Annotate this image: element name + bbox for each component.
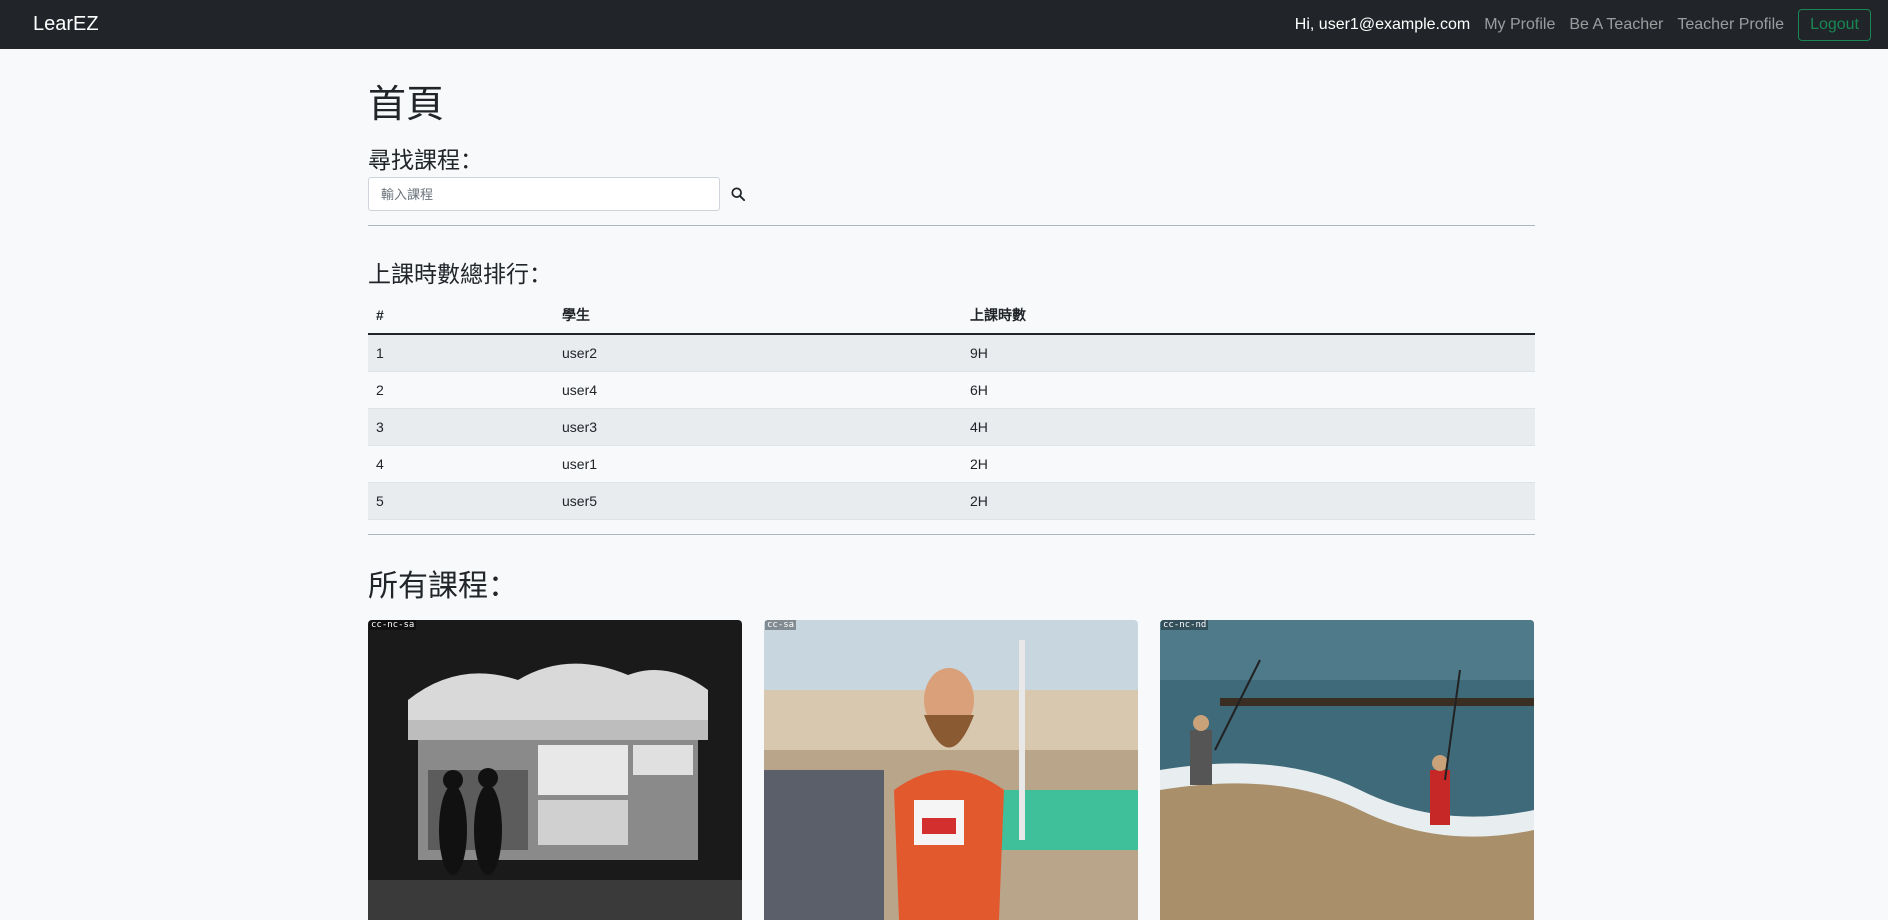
course-card[interactable]: cc-sa (764, 620, 1138, 920)
nav-link-teacher-profile[interactable]: Teacher Profile (1677, 16, 1784, 34)
course-card[interactable]: cc-nc-sa (368, 620, 742, 920)
navbar: LearEZ Hi, user1@example.com My Profile … (0, 0, 1888, 49)
user-greeting: Hi, user1@example.com (1294, 15, 1471, 33)
nav-link-my-profile[interactable]: My Profile (1484, 16, 1555, 34)
course-list: cc-nc-sa cc-sa cc-nc-nd (368, 620, 1535, 920)
hours-cell: 4H (962, 408, 1535, 446)
rank-cell: 2 (368, 371, 554, 409)
runner-photo (764, 620, 1138, 920)
student-cell: user3 (554, 408, 962, 446)
page-title: 首頁 (368, 84, 445, 126)
table-row: 5 user5 2H (368, 482, 1535, 520)
student-cell: user2 (554, 334, 962, 372)
logout-button[interactable]: Logout (1798, 8, 1871, 41)
search-label: 尋找課程： (368, 147, 483, 173)
brand-link[interactable]: LearEZ (33, 13, 99, 36)
snack-stand-photo (368, 620, 742, 920)
student-cell: user5 (554, 482, 962, 520)
student-cell: user4 (554, 371, 962, 409)
rank-cell: 3 (368, 408, 554, 446)
nav-right: Hi, user1@example.com My Profile Be A Te… (1294, 8, 1871, 41)
search-input[interactable] (368, 177, 720, 211)
search-button[interactable] (720, 177, 756, 211)
license-badge: cc-nc-nd (1161, 620, 1209, 630)
nav-link-be-a-teacher[interactable]: Be A Teacher (1569, 16, 1663, 34)
hours-cell: 9H (962, 334, 1535, 372)
table-row: 3 user3 4H (368, 408, 1535, 446)
table-row: 4 user1 2H (368, 445, 1535, 483)
rank-cell: 5 (368, 482, 554, 520)
hours-cell: 2H (962, 445, 1535, 483)
divider (368, 534, 1535, 535)
license-badge: cc-nc-sa (369, 620, 417, 630)
table-header-row: # 學生 上課時數 (368, 297, 1535, 335)
license-badge: cc-sa (765, 620, 797, 630)
column-header-hours: 上課時數 (962, 297, 1535, 335)
ranking-label: 上課時數總排行： (368, 261, 552, 287)
rank-cell: 4 (368, 445, 554, 483)
column-header-rank: # (368, 297, 554, 335)
courses-label: 所有課程： (368, 570, 518, 603)
divider (368, 225, 1535, 226)
main-content: 首頁 尋找課程： 上課時數總排行： # 學生 上課時數 1 user2 9H (368, 49, 1535, 920)
rank-cell: 1 (368, 334, 554, 372)
column-header-student: 學生 (554, 297, 962, 335)
hours-cell: 2H (962, 482, 1535, 520)
table-row: 2 user4 6H (368, 371, 1535, 409)
table-row: 1 user2 9H (368, 334, 1535, 372)
student-cell: user1 (554, 445, 962, 483)
search-icon (731, 187, 745, 201)
beach-fishing-photo (1160, 620, 1534, 920)
ranking-table: # 學生 上課時數 1 user2 9H 2 user4 6H 3 user3 … (368, 297, 1535, 520)
hours-cell: 6H (962, 371, 1535, 409)
search-form (368, 177, 1535, 211)
course-card[interactable]: cc-nc-nd (1160, 620, 1534, 920)
